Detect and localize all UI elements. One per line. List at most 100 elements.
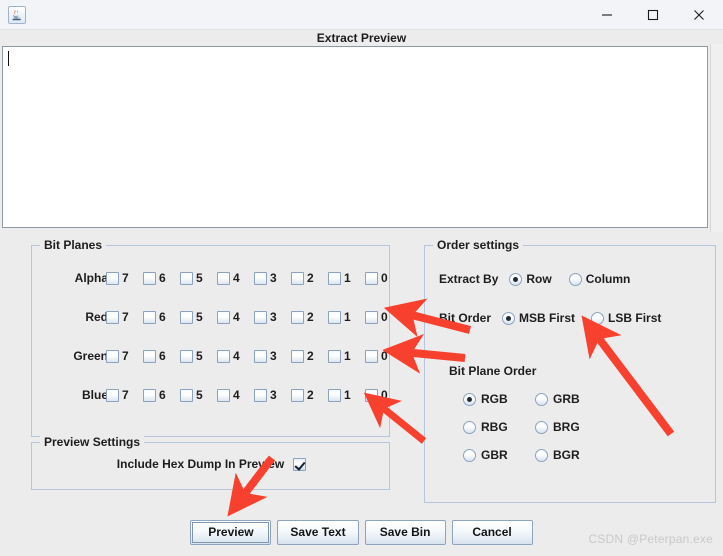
checkbox-alpha-bit-7[interactable] xyxy=(106,271,119,285)
bit-plane-cell-blue-1: 1 xyxy=(328,386,351,404)
checkbox-alpha-bit-6[interactable] xyxy=(143,271,156,285)
bit-plane-order-option-bgr-radio[interactable] xyxy=(535,448,548,462)
extract-by-option-column[interactable]: Column xyxy=(568,270,630,288)
bit-plane-cell-red-1: 1 xyxy=(328,308,351,326)
extract-by-option-column-radio[interactable] xyxy=(568,272,582,286)
checkbox-green-bit-3[interactable] xyxy=(254,349,267,363)
bit-order-option-msb-first-radio[interactable] xyxy=(502,311,516,325)
bit-plane-label-red: Red xyxy=(85,310,108,324)
bit-plane-order-option-rbg-label: RBG xyxy=(481,420,508,434)
checkbox-blue-bit-1[interactable] xyxy=(328,388,341,402)
bit-plane-order-option-gbr-radio[interactable] xyxy=(463,448,476,462)
close-icon[interactable] xyxy=(676,0,722,30)
bit-plane-cell-alpha-2: 2 xyxy=(291,269,314,287)
watermark: CSDN @Peterpan.exe xyxy=(588,532,713,546)
text-caret xyxy=(8,51,9,66)
bit-plane-order-option-grb-radio[interactable] xyxy=(535,392,548,406)
bit-plane-order-option-gbr[interactable]: GBR xyxy=(463,447,508,463)
preview-settings-group: Preview Settings Include Hex Dump In Pre… xyxy=(31,435,390,490)
save-text-button[interactable]: Save Text xyxy=(277,520,359,545)
preview-button[interactable]: Preview xyxy=(190,520,272,545)
bit-plane-order-option-grb[interactable]: GRB xyxy=(535,391,580,407)
checkbox-blue-bit-3[interactable] xyxy=(254,388,267,402)
bit-plane-cell-green-1: 1 xyxy=(328,347,351,365)
checkbox-red-bit-2[interactable] xyxy=(291,310,304,324)
bit-plane-cell-red-5: 5 xyxy=(180,308,203,326)
checkbox-green-bit-7[interactable] xyxy=(106,349,119,363)
bit-number-label: 7 xyxy=(122,388,129,402)
checkbox-green-bit-2[interactable] xyxy=(291,349,304,363)
checkbox-green-bit-5[interactable] xyxy=(180,349,193,363)
checkbox-red-bit-0[interactable] xyxy=(365,310,378,324)
checkbox-red-bit-5[interactable] xyxy=(180,310,193,324)
bit-plane-order-option-rbg[interactable]: RBG xyxy=(463,419,508,435)
maximize-icon[interactable] xyxy=(630,0,676,30)
checkbox-blue-bit-5[interactable] xyxy=(180,388,193,402)
bit-order-option-lsb-first-label: LSB First xyxy=(608,311,662,325)
bit-plane-cell-blue-3: 3 xyxy=(254,386,277,404)
checkbox-blue-bit-7[interactable] xyxy=(106,388,119,402)
bit-order-label: Bit Order xyxy=(439,311,492,325)
bit-number-label: 4 xyxy=(233,310,240,324)
bit-plane-order-option-brg[interactable]: BRG xyxy=(535,419,580,435)
bit-plane-cell-alpha-0: 0 xyxy=(365,269,388,287)
order-settings-group: Order settings Extract By Row Column Bit … xyxy=(424,238,716,503)
checkbox-red-bit-1[interactable] xyxy=(328,310,341,324)
bit-plane-cell-green-4: 4 xyxy=(217,347,240,365)
extract-by-option-row[interactable]: Row xyxy=(509,270,552,288)
checkbox-alpha-bit-4[interactable] xyxy=(217,271,230,285)
checkbox-alpha-bit-2[interactable] xyxy=(291,271,304,285)
checkbox-blue-bit-6[interactable] xyxy=(143,388,156,402)
checkbox-red-bit-4[interactable] xyxy=(217,310,230,324)
bit-order-option-msb-first[interactable]: MSB First xyxy=(502,309,575,327)
checkbox-blue-bit-4[interactable] xyxy=(217,388,230,402)
checkbox-alpha-bit-3[interactable] xyxy=(254,271,267,285)
checkbox-alpha-bit-1[interactable] xyxy=(328,271,341,285)
checkbox-green-bit-0[interactable] xyxy=(365,349,378,363)
vertical-scrollbar[interactable] xyxy=(710,44,723,232)
bit-plane-cell-green-3: 3 xyxy=(254,347,277,365)
save-bin-button[interactable]: Save Bin xyxy=(364,520,446,545)
checkbox-green-bit-4[interactable] xyxy=(217,349,230,363)
bit-plane-label-blue: Blue xyxy=(81,388,108,402)
minimize-icon[interactable] xyxy=(584,0,630,30)
checkbox-alpha-bit-5[interactable] xyxy=(180,271,193,285)
include-hex-dump-checkbox[interactable] xyxy=(293,457,307,471)
bit-plane-cell-alpha-1: 1 xyxy=(328,269,351,287)
bit-number-label: 5 xyxy=(196,271,203,285)
checkbox-green-bit-6[interactable] xyxy=(143,349,156,363)
checkbox-blue-bit-0[interactable] xyxy=(365,388,378,402)
bit-plane-row-alpha: Alpha 7 6 5 4 3 2 1 0 xyxy=(32,269,391,287)
preview-text-area[interactable] xyxy=(2,46,708,228)
bit-number-label: 3 xyxy=(270,310,277,324)
bit-order-option-lsb-first-radio[interactable] xyxy=(591,311,605,325)
bit-number-label: 0 xyxy=(381,388,388,402)
checkbox-blue-bit-2[interactable] xyxy=(291,388,304,402)
bit-number-label: 3 xyxy=(270,271,277,285)
bit-planes-group: Bit Planes Alpha 7 6 5 4 3 2 1 0 Red 7 6 5 4 3 2 1 0 Green… xyxy=(31,238,391,437)
bit-number-label: 2 xyxy=(307,388,314,402)
bit-plane-order-option-rgb[interactable]: RGB xyxy=(463,391,508,407)
bit-number-label: 2 xyxy=(307,271,314,285)
bit-order-option-lsb-first[interactable]: LSB First xyxy=(591,309,661,327)
bit-number-label: 0 xyxy=(381,349,388,363)
checkbox-red-bit-6[interactable] xyxy=(143,310,156,324)
checkbox-alpha-bit-0[interactable] xyxy=(365,271,378,285)
checkbox-green-bit-1[interactable] xyxy=(328,349,341,363)
bit-plane-order-option-bgr[interactable]: BGR xyxy=(535,447,580,463)
bit-plane-cell-red-2: 2 xyxy=(291,308,314,326)
bit-plane-cell-red-6: 6 xyxy=(143,308,166,326)
bit-plane-cell-green-5: 5 xyxy=(180,347,203,365)
bit-plane-order-option-rgb-radio[interactable] xyxy=(463,392,476,406)
extract-by-option-row-radio[interactable] xyxy=(509,272,523,286)
bit-plane-order-option-grb-label: GRB xyxy=(553,392,580,406)
checkbox-red-bit-3[interactable] xyxy=(254,310,267,324)
order-settings-group-title: Order settings xyxy=(433,238,524,252)
bit-plane-order-option-brg-label: BRG xyxy=(553,420,580,434)
bit-number-label: 2 xyxy=(307,349,314,363)
bit-plane-row-green: Green 7 6 5 4 3 2 1 0 xyxy=(32,347,391,365)
bit-plane-order-option-rbg-radio[interactable] xyxy=(463,420,476,434)
cancel-button[interactable]: Cancel xyxy=(451,520,533,545)
checkbox-red-bit-7[interactable] xyxy=(106,310,119,324)
bit-plane-order-option-brg-radio[interactable] xyxy=(535,420,548,434)
